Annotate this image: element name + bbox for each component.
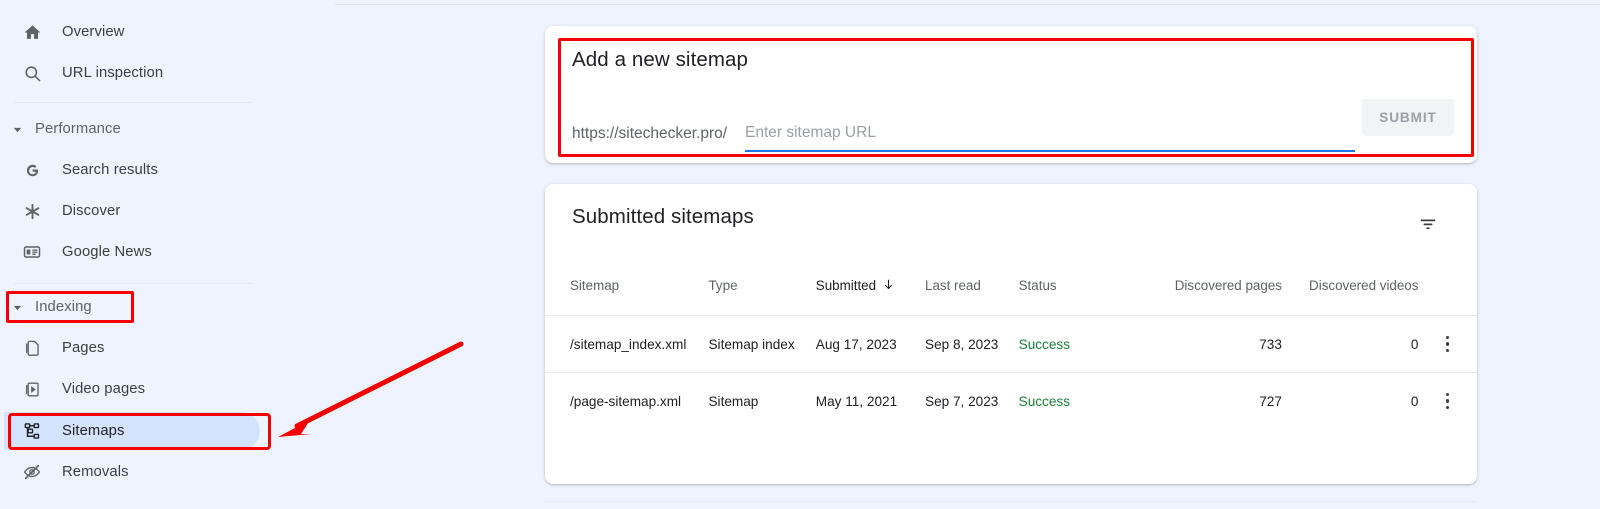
- sidebar-group-indexing[interactable]: Indexing: [8, 292, 92, 322]
- cell-submitted: May 11, 2021: [815, 393, 898, 409]
- input-focus-underline: [745, 150, 1355, 152]
- add-sitemap-title: Add a new sitemap: [572, 48, 749, 71]
- video-page-icon: [18, 380, 46, 399]
- column-header-last-read[interactable]: Last read: [925, 278, 1019, 293]
- column-header-discovered-videos[interactable]: Discovered videos: [1282, 278, 1418, 293]
- sidebar-item-google-news[interactable]: Google News: [4, 233, 260, 271]
- cell-last-read: Sep 7, 2023: [925, 393, 999, 409]
- more-options-icon[interactable]: [1440, 387, 1456, 416]
- cell-discovered-videos: 0: [1410, 393, 1419, 409]
- sidebar-item-label: Removals: [62, 464, 129, 480]
- sidebar-item-pages[interactable]: Pages: [4, 329, 260, 367]
- eye-slash-icon: [18, 462, 46, 482]
- sidebar-item-label: Video pages: [62, 381, 146, 397]
- sidebar-item-label: Sitemaps: [62, 423, 125, 439]
- cell-type: Sitemap: [708, 393, 759, 409]
- cell-sitemap[interactable]: /page-sitemap.xml: [570, 394, 708, 409]
- cell-sitemap[interactable]: /sitemap_index.xml: [570, 337, 708, 352]
- sidebar-group-label: Performance: [35, 121, 121, 137]
- sidebar-item-sitemaps[interactable]: Sitemaps: [4, 412, 260, 450]
- sidebar-divider-2: [14, 283, 252, 284]
- search-icon: [18, 64, 46, 83]
- sidebar-item-video-pages[interactable]: Video pages: [4, 370, 260, 408]
- cell-actions: [1418, 387, 1477, 416]
- sort-arrow-down-icon: [882, 278, 895, 294]
- column-header-status[interactable]: Status: [1019, 278, 1134, 293]
- chevron-down-icon: [8, 124, 26, 135]
- sidebar-item-overview[interactable]: Overview: [4, 13, 260, 51]
- sidebar-nav: Overview URL inspection Performance Sear…: [0, 0, 332, 509]
- submitted-sitemaps-title: Submitted sitemaps: [572, 205, 754, 228]
- sitemap-tree-icon: [18, 421, 46, 441]
- sidebar-item-removals[interactable]: Removals: [4, 453, 260, 491]
- sidebar-item-search-results[interactable]: Search results: [4, 151, 260, 189]
- cell-discovered-pages: 733: [1259, 336, 1282, 352]
- cell-actions: [1418, 330, 1477, 359]
- top-divider: [335, 4, 1600, 5]
- home-icon: [18, 23, 46, 42]
- more-options-icon[interactable]: [1440, 330, 1456, 359]
- sidebar-item-label: Pages: [62, 340, 105, 356]
- column-header-discovered-pages[interactable]: Discovered pages: [1134, 278, 1282, 293]
- cell-last-read: Sep 8, 2023: [925, 336, 999, 352]
- sidebar-item-discover[interactable]: Discover: [4, 192, 260, 230]
- sitemap-url-input-wrapper: [745, 119, 1355, 152]
- sidebar-divider-1: [14, 102, 252, 103]
- column-header-submitted-label: Submitted: [815, 278, 877, 293]
- filter-funnel-icon[interactable]: [1408, 204, 1448, 244]
- sitemaps-table: Sitemap Type Submitted Last read Status …: [545, 256, 1477, 502]
- sidebar-item-label: Discover: [62, 203, 121, 219]
- table-row[interactable]: /sitemap_index.xml Sitemap index Aug 17,…: [545, 315, 1477, 372]
- table-header-row: Sitemap Type Submitted Last read Status …: [545, 256, 1477, 315]
- cell-submitted: Aug 17, 2023: [815, 336, 897, 352]
- sidebar-item-label: Google News: [62, 244, 152, 260]
- add-sitemap-card: Add a new sitemap https://sitechecker.pr…: [545, 26, 1477, 163]
- copy-pages-icon: [18, 339, 46, 358]
- submit-button[interactable]: SUBMIT: [1362, 99, 1454, 136]
- cell-status: Success: [1018, 393, 1070, 409]
- asterisk-icon: [18, 202, 46, 221]
- google-g-icon: [18, 161, 46, 180]
- cell-discovered-videos: 0: [1410, 336, 1419, 352]
- sidebar-item-label: Search results: [62, 162, 158, 178]
- sitemap-url-input[interactable]: [745, 119, 1355, 147]
- sidebar-item-url-inspection[interactable]: URL inspection: [4, 54, 260, 92]
- submitted-sitemaps-card: Submitted sitemaps Sitemap Type Submitte…: [545, 184, 1477, 502]
- table-pagination: Rows per page: 10 1-2 of 2: [545, 501, 1477, 509]
- search-console-sitemaps-page: Overview URL inspection Performance Sear…: [0, 0, 1600, 509]
- url-prefix-label: https://sitechecker.pro/: [572, 125, 728, 142]
- sidebar-item-label: URL inspection: [62, 65, 164, 81]
- column-header-submitted[interactable]: Submitted: [816, 278, 925, 294]
- cell-discovered-pages: 727: [1259, 393, 1282, 409]
- cell-type: Sitemap index: [708, 336, 795, 352]
- sidebar-group-label: Indexing: [35, 299, 92, 315]
- column-header-sitemap[interactable]: Sitemap: [570, 278, 708, 293]
- sidebar-group-performance[interactable]: Performance: [8, 114, 121, 144]
- cell-status: Success: [1018, 336, 1070, 352]
- chevron-down-icon: [8, 302, 26, 313]
- sidebar-item-label: Overview: [62, 24, 125, 40]
- table-row[interactable]: /page-sitemap.xml Sitemap May 11, 2021 S…: [545, 372, 1477, 429]
- column-header-type[interactable]: Type: [708, 278, 815, 293]
- news-card-icon: [18, 242, 46, 262]
